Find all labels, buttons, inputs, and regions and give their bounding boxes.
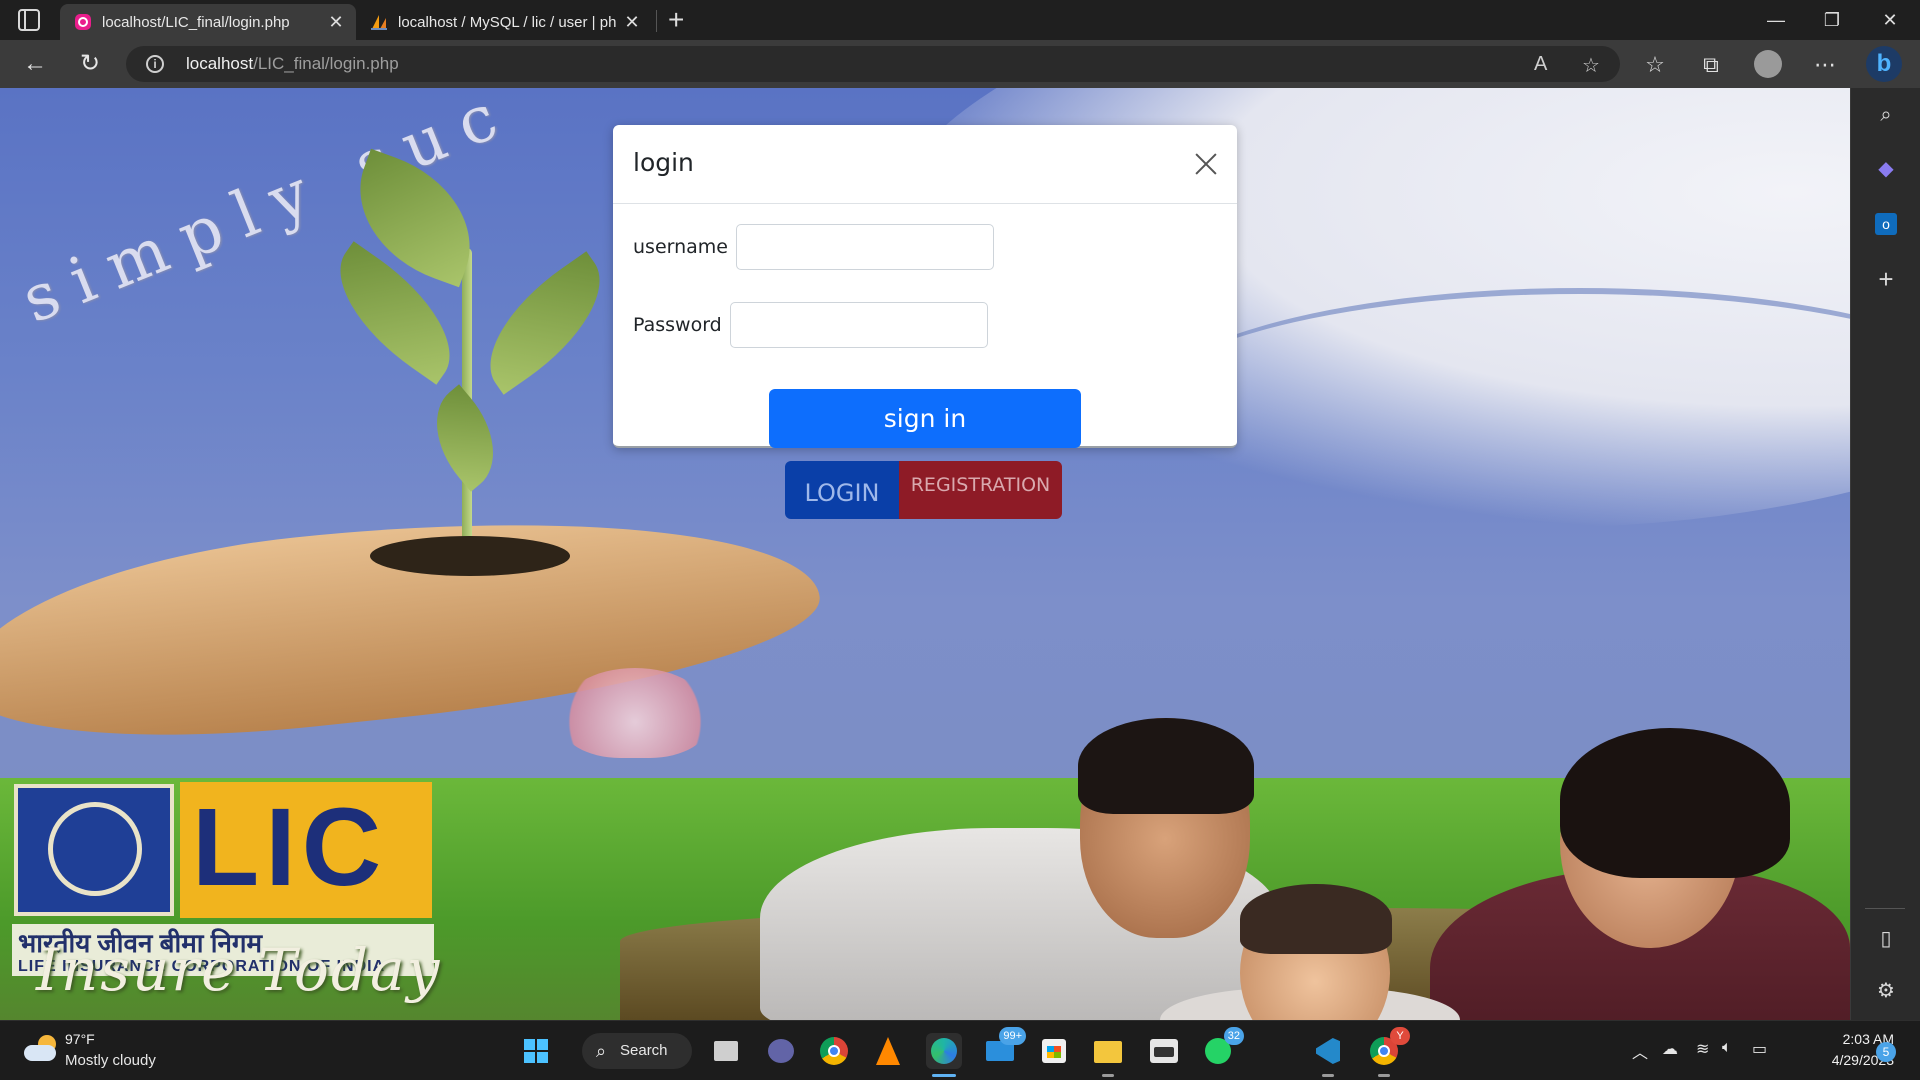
tab-title: localhost / MySQL / lic / user | ph xyxy=(398,13,617,31)
phpmyadmin-sail-icon xyxy=(371,15,387,30)
url-field[interactable]: i localhost/LIC_final/login.php A ☆ xyxy=(126,46,1620,82)
windows-icon xyxy=(524,1039,548,1063)
woman-hair xyxy=(1560,728,1790,878)
address-bar: ← ↻ i localhost/LIC_final/login.php A ☆ … xyxy=(0,40,1920,88)
username-label: username xyxy=(633,236,728,258)
copilot-icon[interactable]: ◆ xyxy=(1871,154,1901,184)
sign-in-button[interactable]: sign in xyxy=(769,389,1081,448)
taskbar-search-label: Search xyxy=(620,1042,668,1059)
app-icon[interactable] xyxy=(1146,1033,1182,1069)
chrome-profile-icon[interactable]: Y xyxy=(1366,1027,1410,1077)
edge-sidebar: ⌕ ◆ o + ▯ ⚙ xyxy=(1850,88,1920,1020)
chrome-profile-badge: Y xyxy=(1390,1027,1410,1045)
site-info-icon[interactable]: i xyxy=(146,55,164,73)
password-row: Password xyxy=(633,302,988,348)
close-window-icon[interactable]: ✕ xyxy=(1862,0,1918,40)
weather-temperature[interactable]: 97°F xyxy=(65,1031,95,1047)
search-icon[interactable]: ⌕ xyxy=(1871,100,1901,130)
more-options-icon[interactable]: ⋯ xyxy=(1810,50,1840,80)
minimize-icon[interactable]: — xyxy=(1748,0,1804,40)
mail-count-badge: 99+ xyxy=(999,1027,1026,1045)
plant-leaf xyxy=(463,251,627,395)
outlook-icon[interactable]: o xyxy=(1871,208,1901,238)
back-icon[interactable]: ← xyxy=(20,50,50,80)
whatsapp-count-badge: 32 xyxy=(1223,1027,1244,1045)
vscode-icon[interactable] xyxy=(1310,1033,1346,1077)
edge-icon[interactable] xyxy=(926,1033,962,1077)
login-modal: login username Password sign in xyxy=(613,125,1237,448)
battery-icon[interactable]: ▭ xyxy=(1752,1039,1767,1059)
whatsapp-icon[interactable]: 32 xyxy=(1200,1027,1244,1069)
tab-divider xyxy=(656,10,657,32)
password-label: Password xyxy=(633,314,722,336)
plant-soil xyxy=(370,536,570,576)
onedrive-cloud-icon[interactable]: ☁ xyxy=(1662,1039,1678,1059)
password-input[interactable] xyxy=(729,302,988,348)
file-explorer-icon[interactable] xyxy=(1090,1033,1126,1077)
running-indicator xyxy=(1378,1074,1390,1077)
username-row: username xyxy=(633,224,994,270)
child-hair xyxy=(1240,884,1392,954)
bing-copilot-icon[interactable]: b xyxy=(1866,46,1902,82)
profile-avatar[interactable] xyxy=(1754,50,1782,78)
username-input[interactable] xyxy=(736,224,994,270)
lotus-flower xyxy=(560,668,710,758)
tab-title: localhost/LIC_final/login.php xyxy=(102,13,290,31)
chrome-icon[interactable] xyxy=(816,1033,852,1069)
volume-icon[interactable]: 🔈︎ xyxy=(1722,1039,1732,1057)
registration-button[interactable]: REGISTRATION xyxy=(899,461,1062,519)
weather-cloud-icon[interactable] xyxy=(24,1035,58,1061)
taskbar: 97°F Mostly cloudy ⌕ Search 99+ 32 Y ︿ ☁… xyxy=(0,1020,1920,1080)
login-button[interactable]: LOGIN xyxy=(785,461,899,519)
notification-badge[interactable]: 5 xyxy=(1876,1042,1896,1062)
close-icon[interactable] xyxy=(1191,149,1221,179)
teams-chat-icon[interactable] xyxy=(762,1033,798,1069)
tab-login[interactable]: localhost/LIC_final/login.php ✕ xyxy=(60,4,356,40)
pink-app-icon xyxy=(75,14,91,30)
settings-gear-icon[interactable]: ⚙ xyxy=(1871,976,1901,1006)
tab-actions-icon[interactable] xyxy=(18,9,40,31)
add-sidebar-app-icon[interactable]: + xyxy=(1871,264,1901,294)
modal-title: login xyxy=(633,148,694,177)
active-indicator xyxy=(932,1074,956,1077)
mail-icon[interactable]: 99+ xyxy=(982,1027,1026,1069)
running-indicator xyxy=(1102,1074,1114,1077)
read-aloud-icon[interactable]: A xyxy=(1534,53,1547,76)
lic-acronym: LIC xyxy=(192,786,388,909)
new-tab-icon[interactable]: + xyxy=(668,4,684,36)
wifi-icon[interactable]: ≋ xyxy=(1696,1039,1709,1059)
favorites-icon[interactable]: ☆ xyxy=(1640,50,1670,80)
tagline: Insure Today xyxy=(36,936,442,1004)
close-tab-icon[interactable]: ✕ xyxy=(620,12,644,33)
running-indicator xyxy=(1322,1074,1334,1077)
url-text: localhost/LIC_final/login.php xyxy=(186,54,399,73)
close-tab-icon[interactable]: ✕ xyxy=(324,12,348,33)
chevron-up-icon[interactable]: ︿ xyxy=(1632,1039,1648,1063)
search-icon: ⌕ xyxy=(596,1041,607,1061)
lic-emblem-icon xyxy=(14,784,174,916)
man-hair xyxy=(1078,718,1254,814)
auth-button-group: LOGIN REGISTRATION xyxy=(785,461,1062,519)
modal-header: login xyxy=(613,125,1237,204)
taskbar-search[interactable]: ⌕ Search xyxy=(582,1033,692,1069)
task-view-icon[interactable] xyxy=(708,1033,744,1069)
tab-strip: localhost/LIC_final/login.php ✕ localhos… xyxy=(0,0,1920,40)
vlc-icon[interactable] xyxy=(870,1033,906,1069)
add-favorite-icon[interactable]: ☆ xyxy=(1582,53,1600,78)
tab-phpmyadmin[interactable]: localhost / MySQL / lic / user | ph ✕ xyxy=(356,4,652,40)
plant-leaf xyxy=(413,384,517,492)
start-button[interactable] xyxy=(518,1033,554,1069)
split-screen-icon[interactable]: ▯ xyxy=(1871,924,1901,954)
refresh-icon[interactable]: ↻ xyxy=(75,50,105,80)
microsoft-store-icon[interactable] xyxy=(1036,1033,1072,1069)
weather-condition[interactable]: Mostly cloudy xyxy=(65,1052,156,1069)
collections-icon[interactable]: ⧉ xyxy=(1696,50,1726,80)
restore-icon[interactable]: ❐ xyxy=(1804,0,1860,40)
sidebar-divider xyxy=(1865,908,1905,909)
